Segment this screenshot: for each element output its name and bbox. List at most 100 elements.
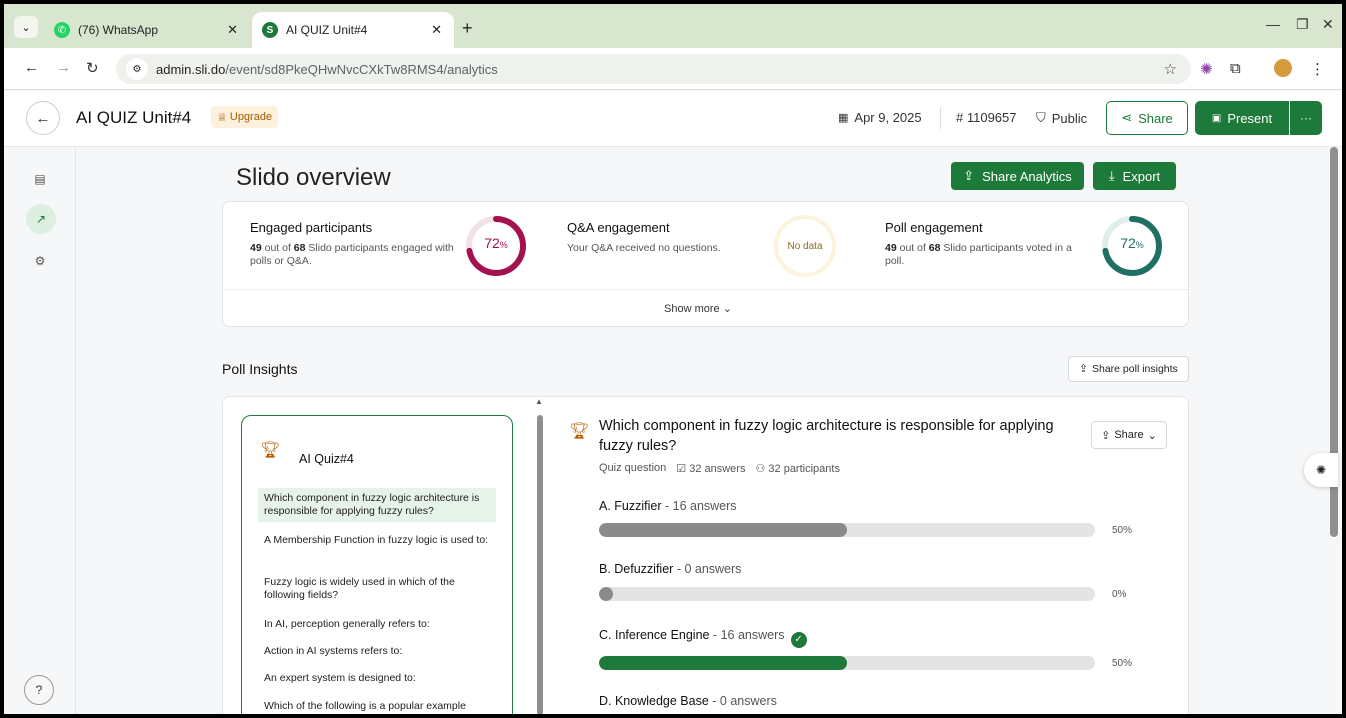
participants-count: 32 participants (768, 463, 840, 475)
event-title: AI QUIZ Unit#4 (76, 108, 192, 127)
more-options-button[interactable]: ··· (1290, 101, 1322, 135)
tab-bar: ⌄ ✆ (76) WhatsApp ✕ S AI QUIZ Unit#4 ✕ +… (4, 4, 1342, 48)
browser-window: ⌄ ✆ (76) WhatsApp ✕ S AI QUIZ Unit#4 ✕ +… (4, 4, 1342, 714)
option-bar-fill (599, 656, 847, 670)
option-count: - 0 answers (673, 562, 742, 576)
export-label: Export (1122, 168, 1161, 184)
option-percent: 0% (1112, 589, 1127, 600)
option-count: - 16 answers (709, 628, 785, 642)
share-poll-insights-button[interactable]: ⇪ Share poll insights (1068, 356, 1189, 382)
back-button[interactable]: ← (26, 101, 60, 135)
poll-percent-sign: % (1135, 240, 1144, 250)
answers-meta: ☑ 32 answers (676, 462, 745, 475)
back-icon[interactable]: ← (24, 59, 39, 76)
extensions-puzzle-icon[interactable]: ⧉ (1230, 60, 1241, 77)
tab-slido[interactable]: S AI QUIZ Unit#4 ✕ (252, 12, 454, 48)
event-visibility[interactable]: ⛉ Public (1036, 110, 1087, 126)
option-label: B. Defuzzifier - 0 answers (599, 562, 741, 576)
chevron-down-icon: ⌄ (722, 303, 732, 315)
export-button[interactable]: ⤓ Export (1093, 162, 1176, 190)
present-icon: ▣ (1211, 112, 1222, 124)
option-label: C. Inference Engine - 16 answers ✓ (599, 628, 807, 648)
engaged-percent-value: 72 (484, 235, 500, 251)
extension-brain-icon[interactable]: ✺ (1304, 453, 1338, 487)
reload-icon[interactable]: ↻ (86, 59, 99, 77)
engaged-percent: 72% (465, 235, 527, 251)
upgrade-button[interactable]: ♕ Upgrade (211, 106, 279, 128)
option-bar (599, 656, 1095, 670)
engaged-percent-sign: % (499, 240, 508, 250)
url-domain: admin.sli.do (156, 61, 226, 77)
people-icon: ⚇ (755, 463, 766, 475)
option-name: A. Fuzzifier (599, 499, 662, 513)
poll-percent: 72% (1101, 235, 1163, 251)
option-bar-fill (599, 587, 613, 601)
close-tab-icon[interactable]: ✕ (431, 22, 442, 38)
qa-title: Q&A engagement (567, 220, 670, 235)
question-list-item[interactable]: Which component in fuzzy logic architect… (258, 488, 496, 522)
question-title: Which component in fuzzy logic architect… (599, 418, 1054, 454)
answers-count: 32 answers (689, 463, 746, 475)
restore-icon[interactable]: ❐ (1296, 16, 1309, 33)
extension-brain-icon[interactable]: ✺ (1200, 60, 1213, 78)
present-label: Present (1227, 110, 1273, 126)
profile-avatar[interactable] (1274, 59, 1292, 77)
question-list-item[interactable]: Fuzzy logic is widely used in which of t… (258, 572, 496, 606)
share-analytics-button[interactable]: ⇪ Share Analytics (951, 162, 1084, 190)
engaged-total: 68 (293, 242, 306, 254)
trophy-icon: 🏆︎ (569, 423, 590, 440)
analytics-icon[interactable]: ↗ (26, 204, 56, 234)
whatsapp-icon: ✆ (54, 22, 70, 38)
share-icon: ⋖ (1121, 110, 1133, 125)
document-icon[interactable]: ▤ (28, 167, 52, 191)
present-button[interactable]: ▣ Present (1195, 101, 1289, 135)
question-list-scrollbar[interactable] (537, 415, 543, 714)
new-tab-button[interactable]: + (462, 18, 473, 39)
show-more-label: Show more (664, 303, 720, 315)
upload-icon: ⇪ (1101, 429, 1111, 442)
url-path: /event/sd8PkeQHwNvcCXkTw8RMS4/analytics (225, 61, 498, 77)
share-button[interactable]: ⋖ Share (1106, 101, 1188, 135)
option-percent: 50% (1112, 525, 1133, 536)
close-tab-icon[interactable]: ✕ (227, 22, 238, 38)
trophy-icon: 🏆︎ (260, 442, 281, 459)
slido-icon: S (262, 22, 278, 38)
poll-count: 49 (885, 242, 897, 254)
url-input[interactable]: ⚙ admin.sli.do /event/sd8PkeQHwNvcCXkTw8… (116, 54, 1191, 84)
share-label: Share (1138, 110, 1173, 126)
event-date-text: Apr 9, 2025 (854, 110, 922, 125)
question-share-button[interactable]: ⇪ Share ⌄ (1091, 421, 1167, 449)
question-list-item[interactable]: An expert system is designed to: (258, 668, 496, 689)
scroll-up-arrow-icon[interactable]: ▲ (535, 397, 543, 406)
site-info-icon[interactable]: ⚙ (126, 58, 148, 80)
option-count: - 16 answers (661, 499, 737, 513)
help-icon[interactable]: ? (24, 675, 54, 705)
poll-title: Poll engagement (885, 220, 983, 235)
divider (940, 107, 941, 129)
minimize-icon[interactable]: — (1266, 16, 1280, 32)
question-list-item[interactable]: In AI, perception generally refers to: (258, 614, 496, 635)
address-bar: ← → ↻ ⚙ admin.sli.do /event/sd8PkeQHwNvc… (4, 48, 1342, 90)
question-list-item[interactable]: A Membership Function in fuzzy logic is … (258, 530, 496, 551)
forward-icon[interactable]: → (56, 59, 71, 76)
event-code-text: # 1109657 (956, 110, 1017, 125)
question-list-item[interactable]: Action in AI systems refers to: (258, 641, 496, 662)
bookmark-star-icon[interactable]: ☆ (1164, 60, 1177, 78)
close-window-icon[interactable]: ✕ (1322, 16, 1334, 33)
option-label: A. Fuzzifier - 16 answers (599, 499, 737, 513)
tab-whatsapp[interactable]: ✆ (76) WhatsApp ✕ (44, 12, 250, 48)
tab-label: AI QUIZ Unit#4 (286, 23, 368, 37)
poll-total: 68 (928, 242, 941, 254)
browser-menu-icon[interactable]: ⋮ (1310, 60, 1325, 78)
tab-search-button[interactable]: ⌄ (14, 16, 38, 38)
download-icon: ⤓ (1108, 168, 1115, 183)
crown-icon: ♕ (217, 111, 227, 124)
show-more-button[interactable]: Show more ⌄ (664, 302, 732, 315)
card-divider (222, 289, 1188, 290)
question-list-item[interactable]: Which of the following is a popular exam… (258, 696, 496, 714)
settings-gear-icon[interactable]: ⚙ (28, 249, 52, 273)
engaged-title: Engaged participants (250, 220, 373, 235)
visibility-text: Public (1051, 110, 1088, 126)
question-share-label: Share (1114, 429, 1144, 441)
question-meta: Quiz question ☑ 32 answers ⚇ 32 particip… (599, 462, 840, 475)
